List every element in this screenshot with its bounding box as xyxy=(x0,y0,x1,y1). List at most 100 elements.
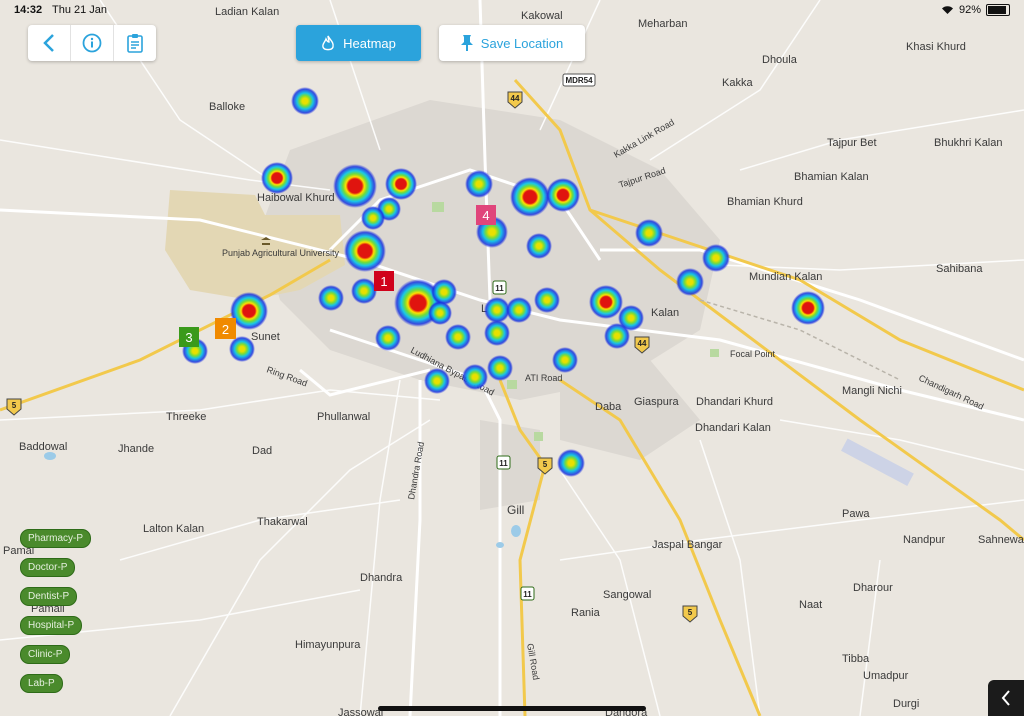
svg-text:Naat: Naat xyxy=(799,599,822,611)
back-button[interactable] xyxy=(28,25,71,61)
svg-text:Thakarwal: Thakarwal xyxy=(257,516,308,528)
info-icon xyxy=(82,33,102,53)
svg-text:11: 11 xyxy=(499,459,508,468)
svg-text:Dhandari Khurd: Dhandari Khurd xyxy=(696,396,773,408)
marker-2[interactable]: 2 xyxy=(215,318,236,339)
svg-text:Focal Point: Focal Point xyxy=(730,349,776,359)
heat-spot xyxy=(589,285,623,319)
svg-text:Dhandra: Dhandra xyxy=(360,572,403,584)
battery-percent: 92% xyxy=(958,4,981,16)
heat-spot xyxy=(506,297,532,323)
legend-lab[interactable]: Lab-P xyxy=(20,674,63,693)
legend-dentist[interactable]: Dentist-P xyxy=(20,587,78,606)
heat-spot xyxy=(676,268,704,296)
svg-text:Pawa: Pawa xyxy=(842,508,870,520)
svg-text:Baddowal: Baddowal xyxy=(19,441,67,453)
chevron-left-icon xyxy=(43,34,54,52)
svg-text:MDR54: MDR54 xyxy=(565,76,593,85)
heat-spot xyxy=(385,168,417,200)
heat-spot xyxy=(552,347,578,373)
svg-text:Sahnewal: Sahnewal xyxy=(978,534,1024,546)
heat-spot xyxy=(424,368,450,394)
svg-text:Bhamian Khurd: Bhamian Khurd xyxy=(727,196,803,208)
svg-text:5: 5 xyxy=(12,401,17,410)
heat-spot xyxy=(546,178,580,212)
svg-text:Jassowal: Jassowal xyxy=(338,707,383,716)
heatmap-label: Heatmap xyxy=(343,35,396,51)
marker-1[interactable]: 1 xyxy=(374,271,394,291)
svg-text:5: 5 xyxy=(688,608,693,617)
flame-icon xyxy=(322,35,334,50)
collapse-panel-button[interactable] xyxy=(988,680,1024,716)
svg-text:Tajpur Bet: Tajpur Bet xyxy=(827,137,877,149)
report-button[interactable] xyxy=(114,25,156,61)
heat-spot xyxy=(462,364,488,390)
heat-spot xyxy=(702,244,730,272)
marker-4[interactable]: 4 xyxy=(476,205,496,225)
heat-spot xyxy=(557,449,585,477)
svg-text:2: 2 xyxy=(222,322,229,337)
heat-spot xyxy=(318,285,344,311)
svg-text:1: 1 xyxy=(380,274,387,289)
heat-spot xyxy=(428,301,452,325)
map[interactable]: Ladian Kalan Kakowal Meharban Khasi Khur… xyxy=(0,0,1024,716)
svg-text:Balloke: Balloke xyxy=(209,101,245,113)
heat-spot xyxy=(484,320,510,346)
legend-hospital[interactable]: Hospital-P xyxy=(20,616,83,635)
heat-spot xyxy=(635,219,663,247)
legend-doctor[interactable]: Doctor-P xyxy=(20,558,76,577)
svg-text:Threeke: Threeke xyxy=(166,411,206,423)
svg-text:Mundian Kalan: Mundian Kalan xyxy=(749,271,822,283)
svg-text:Dhandari Kalan: Dhandari Kalan xyxy=(695,422,771,434)
info-button[interactable] xyxy=(71,25,114,61)
svg-text:Nandpur: Nandpur xyxy=(903,534,946,546)
marker-3[interactable]: 3 xyxy=(179,327,199,347)
heat-spot xyxy=(510,177,550,217)
heat-spot xyxy=(361,206,385,230)
heat-spot xyxy=(229,336,255,362)
map-toolbar xyxy=(28,25,156,61)
legend-clinic[interactable]: Clinic-P xyxy=(20,645,71,664)
heatmap-button[interactable]: Heatmap xyxy=(296,25,421,61)
save-location-button[interactable]: Save Location xyxy=(439,25,585,61)
clipboard-icon xyxy=(127,34,143,53)
svg-text:11: 11 xyxy=(495,284,504,293)
heat-spot xyxy=(487,355,513,381)
heat-spot xyxy=(291,87,319,115)
heat-spot xyxy=(431,279,457,305)
status-right: 92% xyxy=(941,4,1010,16)
heat-spot xyxy=(344,230,386,272)
svg-text:Dharour: Dharour xyxy=(853,582,893,594)
svg-text:Dad: Dad xyxy=(252,445,272,457)
heat-spot xyxy=(526,233,552,259)
svg-text:Daba: Daba xyxy=(595,401,622,413)
svg-text:Bhukhri Kalan: Bhukhri Kalan xyxy=(934,137,1003,149)
heat-spot xyxy=(351,278,377,304)
status-date: Thu 21 Jan xyxy=(52,4,108,16)
heat-spot xyxy=(465,170,493,198)
svg-text:Himayunpura: Himayunpura xyxy=(295,639,361,651)
svg-text:Sahibana: Sahibana xyxy=(936,263,983,275)
svg-text:ATI Road: ATI Road xyxy=(525,373,562,383)
svg-text:Haibowal Khurd: Haibowal Khurd xyxy=(257,192,335,204)
pin-icon xyxy=(460,35,473,51)
home-indicator xyxy=(378,706,646,711)
svg-text:44: 44 xyxy=(638,339,647,348)
chevron-left-icon xyxy=(1001,690,1010,706)
svg-text:Umadpur: Umadpur xyxy=(863,670,909,682)
svg-text:Rania: Rania xyxy=(571,607,601,619)
legend-pharmacy[interactable]: Pharmacy-P xyxy=(20,529,92,548)
svg-text:Mangli Nichi: Mangli Nichi xyxy=(842,385,902,397)
svg-text:Jhande: Jhande xyxy=(118,443,154,455)
svg-text:Tibba: Tibba xyxy=(842,653,870,665)
heat-spot xyxy=(261,162,293,194)
status-time: 14:32 xyxy=(14,4,43,16)
svg-text:11: 11 xyxy=(523,590,532,599)
svg-text:Jaspal Bangar: Jaspal Bangar xyxy=(652,539,723,551)
svg-text:Khasi Khurd: Khasi Khurd xyxy=(906,41,966,53)
battery-icon xyxy=(986,4,1010,16)
heat-spot xyxy=(445,324,471,350)
svg-text:Phullanwal: Phullanwal xyxy=(317,411,370,423)
svg-text:Durgi: Durgi xyxy=(893,698,919,710)
heat-spot xyxy=(333,164,377,208)
